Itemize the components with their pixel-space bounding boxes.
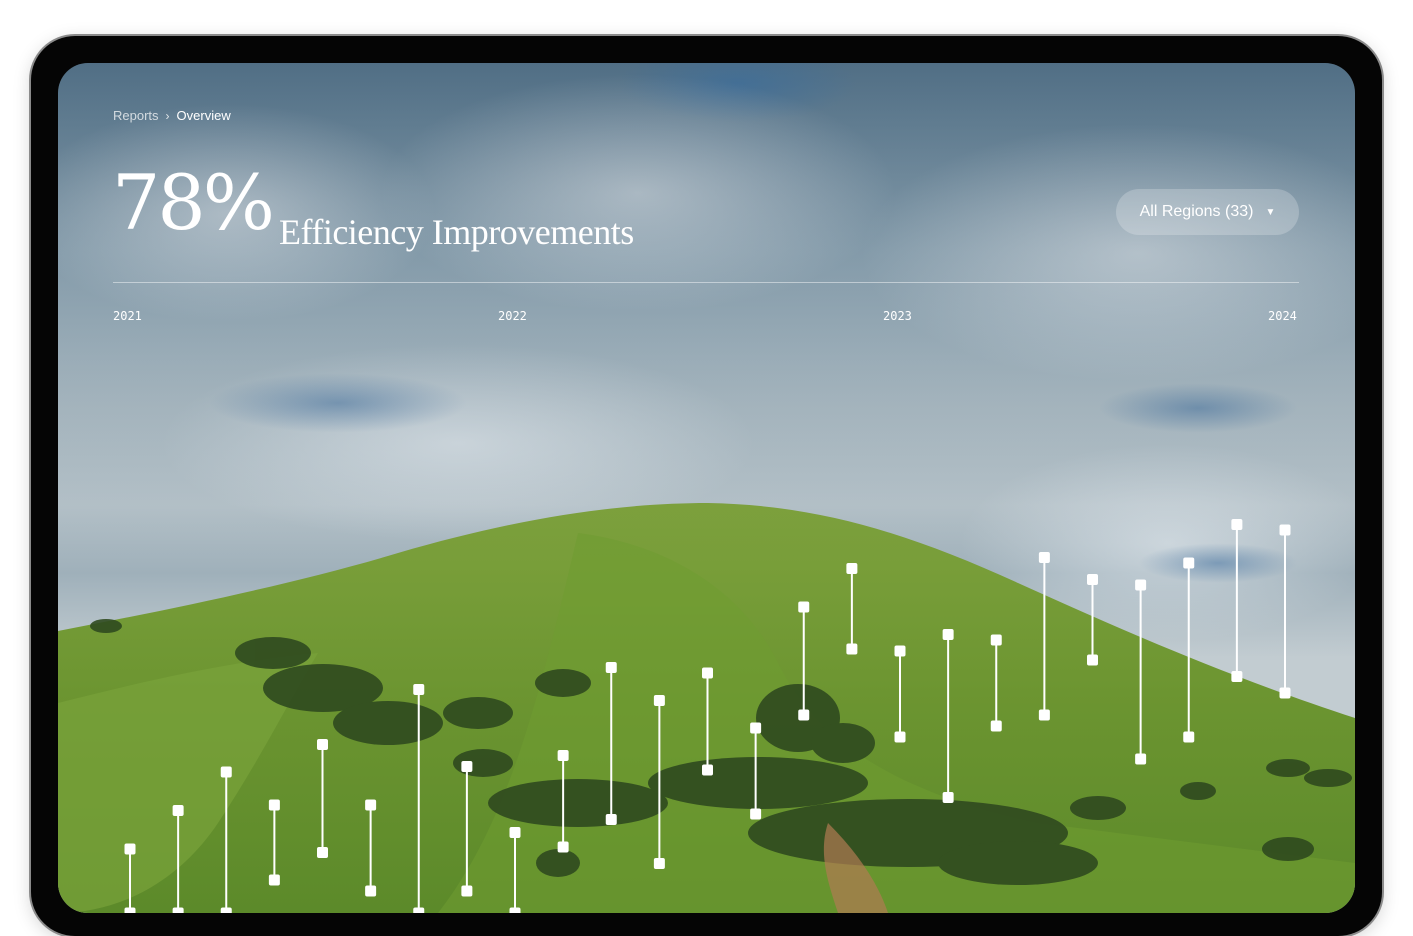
app-screen: Reports › Overview 78% Efficiency Improv… (58, 63, 1355, 913)
range-high-marker[interactable] (1135, 579, 1147, 591)
range-marker[interactable] (1135, 579, 1147, 765)
range-high-marker[interactable] (702, 667, 713, 679)
range-high-marker[interactable] (750, 722, 762, 734)
range-low-marker[interactable] (750, 808, 762, 820)
range-low-marker[interactable] (1279, 687, 1291, 699)
range-high-marker[interactable] (509, 827, 521, 838)
range-marker[interactable] (990, 634, 1002, 732)
range-marker[interactable] (894, 645, 906, 743)
range-high-marker[interactable] (605, 662, 617, 673)
range-marker[interactable] (557, 750, 569, 853)
range-marker[interactable] (1231, 519, 1243, 682)
range-low-marker[interactable] (894, 731, 906, 743)
range-high-marker[interactable] (268, 799, 280, 811)
range-high-marker[interactable] (317, 739, 328, 750)
range-low-marker[interactable] (220, 907, 232, 914)
range-high-marker[interactable] (846, 563, 858, 574)
range-marker[interactable] (461, 761, 473, 897)
range-low-marker[interactable] (461, 885, 473, 897)
range-chart (124, 519, 1291, 914)
range-high-marker[interactable] (124, 843, 136, 855)
range-high-marker[interactable] (942, 629, 954, 640)
range-low-marker[interactable] (268, 874, 280, 886)
range-marker[interactable] (124, 843, 136, 914)
range-marker[interactable] (1038, 552, 1050, 721)
range-low-marker[interactable] (509, 907, 521, 914)
range-low-marker[interactable] (1135, 753, 1147, 765)
range-high-marker[interactable] (1279, 524, 1291, 536)
range-low-marker[interactable] (1038, 709, 1050, 721)
range-high-marker[interactable] (1087, 574, 1098, 585)
range-low-marker[interactable] (1183, 731, 1195, 743)
range-marker[interactable] (365, 799, 377, 897)
range-low-marker[interactable] (702, 764, 713, 776)
range-high-marker[interactable] (365, 799, 377, 811)
range-marker[interactable] (1183, 557, 1195, 743)
range-low-marker[interactable] (653, 858, 665, 869)
range-high-marker[interactable] (1183, 557, 1195, 569)
range-marker[interactable] (605, 662, 617, 825)
range-high-marker[interactable] (461, 761, 473, 772)
range-low-marker[interactable] (942, 792, 954, 803)
range-high-marker[interactable] (172, 805, 184, 816)
range-marker[interactable] (702, 667, 713, 776)
range-marker[interactable] (509, 827, 521, 914)
range-low-marker[interactable] (846, 643, 858, 655)
range-low-marker[interactable] (798, 709, 810, 721)
range-high-marker[interactable] (894, 645, 906, 657)
range-low-marker[interactable] (1231, 671, 1243, 682)
range-marker[interactable] (798, 601, 810, 721)
range-marker[interactable] (413, 684, 425, 914)
range-marker[interactable] (220, 766, 232, 914)
range-high-marker[interactable] (220, 766, 232, 778)
range-marker[interactable] (1279, 524, 1291, 699)
range-high-marker[interactable] (653, 695, 665, 706)
range-low-marker[interactable] (413, 907, 425, 914)
range-high-marker[interactable] (990, 634, 1002, 646)
range-low-marker[interactable] (365, 885, 377, 897)
range-marker[interactable] (942, 629, 954, 803)
range-high-marker[interactable] (557, 750, 569, 761)
range-low-marker[interactable] (990, 720, 1002, 732)
range-low-marker[interactable] (1087, 654, 1098, 666)
range-marker[interactable] (268, 799, 280, 886)
range-marker[interactable] (1087, 574, 1098, 666)
range-low-marker[interactable] (317, 847, 328, 858)
range-low-marker[interactable] (124, 907, 136, 914)
range-high-marker[interactable] (413, 684, 425, 695)
range-low-marker[interactable] (172, 907, 184, 914)
range-high-marker[interactable] (798, 601, 810, 613)
range-marker[interactable] (172, 805, 184, 914)
range-marker[interactable] (750, 722, 762, 820)
range-high-marker[interactable] (1038, 552, 1050, 563)
range-low-marker[interactable] (605, 814, 617, 825)
range-marker[interactable] (653, 695, 665, 869)
range-marker[interactable] (846, 563, 858, 655)
range-low-marker[interactable] (557, 841, 569, 853)
range-high-marker[interactable] (1231, 519, 1243, 530)
range-marker[interactable] (317, 739, 328, 858)
